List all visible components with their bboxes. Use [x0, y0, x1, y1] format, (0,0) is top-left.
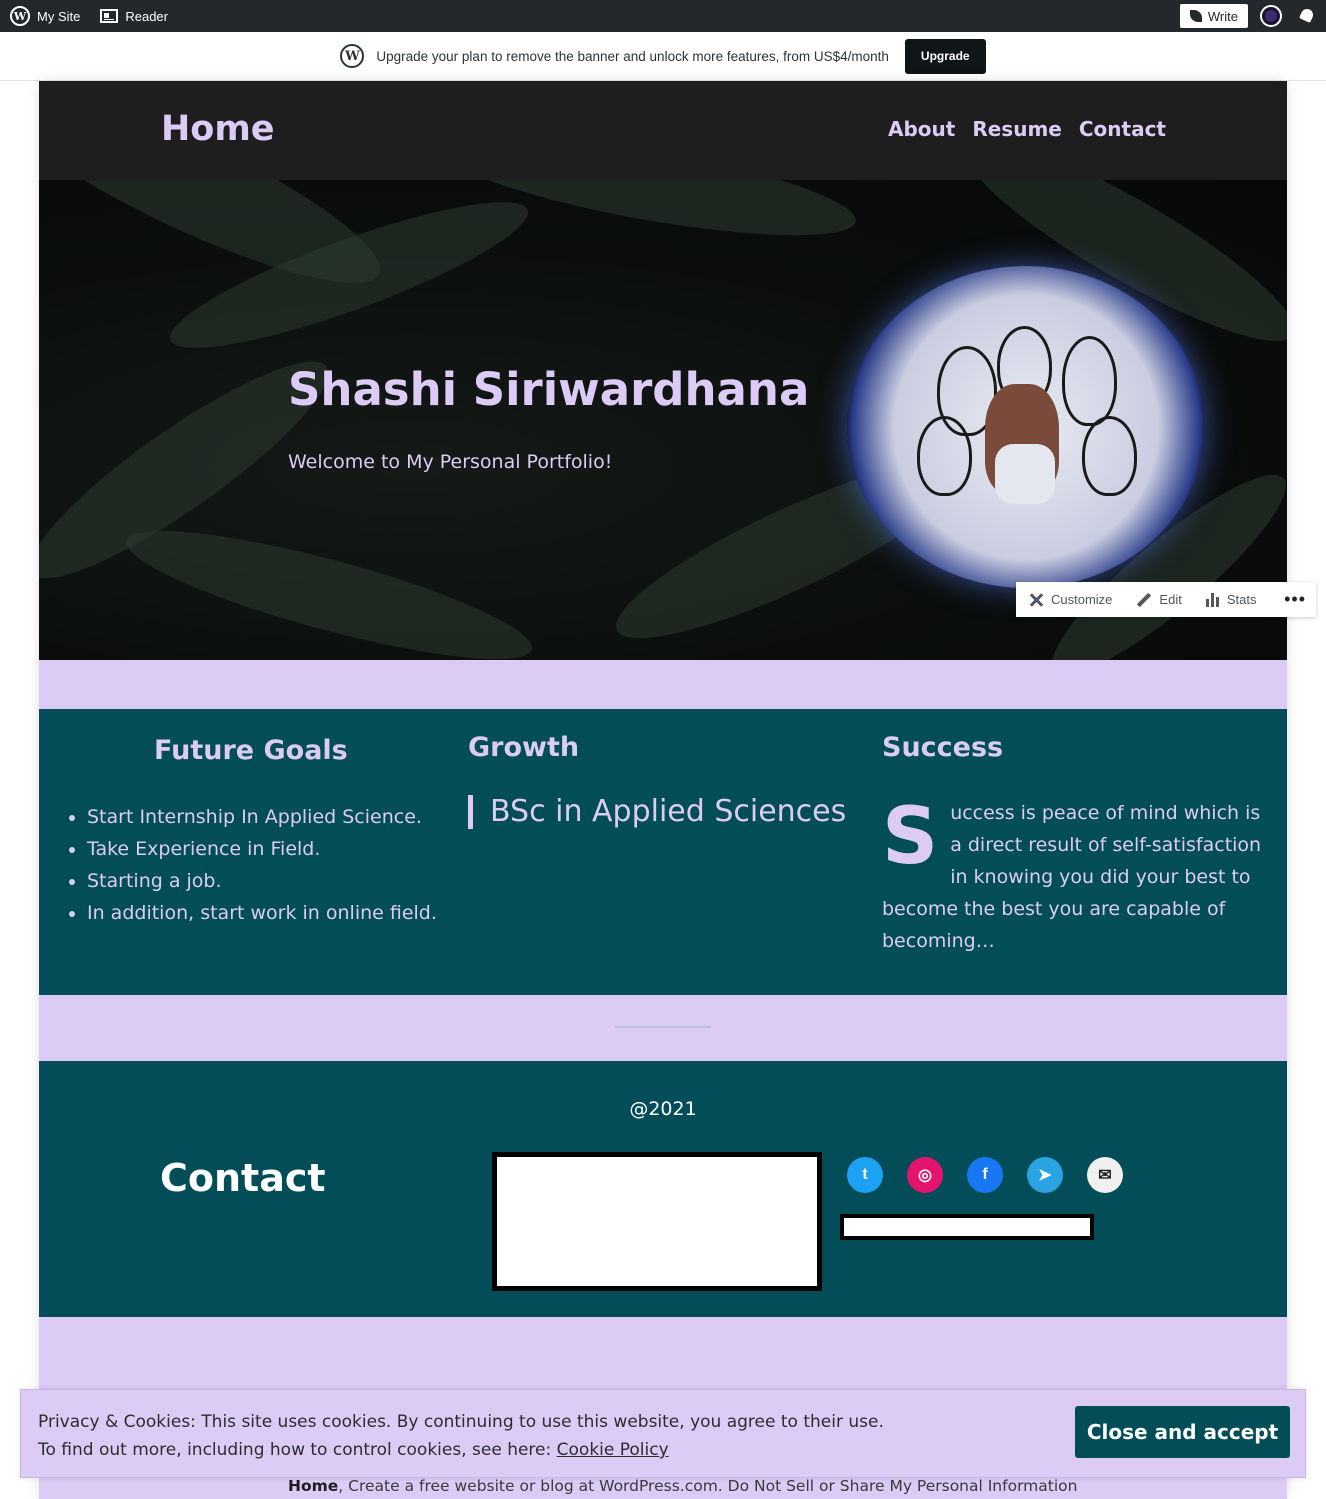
stats-label: Stats: [1226, 592, 1257, 607]
separator: [615, 1026, 711, 1028]
social-icons: t ◎ f ➤ ✉: [847, 1157, 1123, 1193]
upgrade-banner: W Upgrade your plan to remove the banner…: [0, 32, 1326, 81]
home-link[interactable]: Home: [288, 1477, 338, 1495]
customize-button[interactable]: Customize: [1016, 592, 1124, 608]
site-title[interactable]: Home: [161, 109, 275, 149]
more-options-icon[interactable]: •••: [1274, 589, 1316, 610]
contact-heading: Contact: [160, 1156, 326, 1200]
pencil-icon: [1137, 592, 1152, 607]
reader-label: Reader: [125, 8, 168, 24]
facebook-icon[interactable]: f: [967, 1157, 1003, 1193]
cookie-line-2: To find out more, including how to contr…: [38, 1440, 557, 1460]
upgrade-button[interactable]: Upgrade: [904, 38, 986, 74]
hero-subtitle: Welcome to My Personal Portfolio!: [288, 451, 613, 473]
list-item: Start Internship In Applied Science.: [87, 801, 437, 833]
stats-button[interactable]: Stats: [1194, 592, 1269, 607]
success-heading: Success: [882, 732, 1004, 763]
write-button[interactable]: Write: [1179, 4, 1248, 28]
profile-image: [847, 266, 1205, 588]
tools-icon: [1028, 592, 1044, 608]
feather-icon: [1189, 10, 1202, 22]
future-goals-heading: Future Goals: [154, 735, 348, 766]
nav-item-contact[interactable]: Contact: [1079, 117, 1166, 141]
customize-label: Customize: [1051, 592, 1113, 607]
footer-block: @2021 Contact t ◎ f ➤ ✉: [39, 1061, 1287, 1317]
my-site-link[interactable]: W My Site: [0, 0, 90, 32]
site-info-text[interactable]: , Create a free website or blog at WordP…: [338, 1477, 1077, 1495]
instagram-icon[interactable]: ◎: [907, 1157, 943, 1193]
drop-cap: S: [882, 792, 939, 882]
block-admin-toolbar: Customize Edit Stats •••: [1016, 582, 1316, 617]
my-site-label: My Site: [37, 8, 81, 24]
page: Home About Resume Contact Shashi Siriwar…: [39, 81, 1287, 1499]
cookie-policy-link[interactable]: Cookie Policy: [557, 1440, 669, 1460]
nav-item-about[interactable]: About: [888, 117, 955, 141]
wordpress-icon: W: [340, 44, 365, 68]
goals-list: Start Internship In Applied Science. Tak…: [87, 801, 437, 929]
upgrade-message: Upgrade your plan to remove the banner a…: [376, 48, 889, 64]
site-info: Home, Create a free website or blog at W…: [288, 1477, 1077, 1495]
growth-quote: BSc in Applied Sciences: [468, 795, 846, 829]
twitter-icon[interactable]: t: [847, 1157, 883, 1193]
stats-icon: [1205, 592, 1220, 607]
palm-leaf-decoration: [117, 506, 541, 660]
edit-button[interactable]: Edit: [1124, 592, 1193, 607]
growth-heading: Growth: [468, 732, 580, 763]
telegram-icon[interactable]: ➤: [1027, 1157, 1063, 1193]
features-section: Future Goals Start Internship In Applied…: [39, 709, 1287, 995]
list-item: Take Experience in Field.: [87, 833, 437, 865]
close-and-accept-button[interactable]: Close and accept: [1075, 1406, 1290, 1458]
admin-bar: W My Site Reader Write: [0, 0, 1326, 32]
mail-icon[interactable]: ✉: [1087, 1157, 1123, 1193]
wordpress-icon: W: [10, 6, 30, 26]
list-item: Starting a job.: [87, 865, 437, 897]
list-item: In addition, start work in online field.: [87, 897, 437, 929]
success-paragraph: Success is peace of mind which is a dire…: [882, 797, 1264, 957]
cookie-text: Privacy & Cookies: This site uses cookie…: [38, 1408, 884, 1464]
write-label: Write: [1207, 8, 1238, 24]
hero-title: Shashi Siriwardhana: [288, 363, 810, 416]
reader-link[interactable]: Reader: [90, 0, 178, 32]
copyright: @2021: [629, 1098, 697, 1120]
nav-item-resume[interactable]: Resume: [972, 117, 1062, 141]
main-nav: About Resume Contact: [888, 117, 1166, 141]
contact-embed-bar: [840, 1214, 1094, 1240]
reader-icon: [100, 9, 119, 23]
site-header: Home About Resume Contact: [39, 81, 1287, 180]
cookie-line-1: Privacy & Cookies: This site uses cookie…: [38, 1412, 884, 1432]
success-text: uccess is peace of mind which is a direc…: [882, 802, 1262, 952]
edit-label: Edit: [1159, 592, 1182, 607]
cookie-banner: Privacy & Cookies: This site uses cookie…: [20, 1389, 1306, 1478]
avatar[interactable]: [1260, 5, 1282, 27]
notifications-icon[interactable]: [1298, 7, 1316, 25]
contact-embed-box: [492, 1152, 822, 1291]
